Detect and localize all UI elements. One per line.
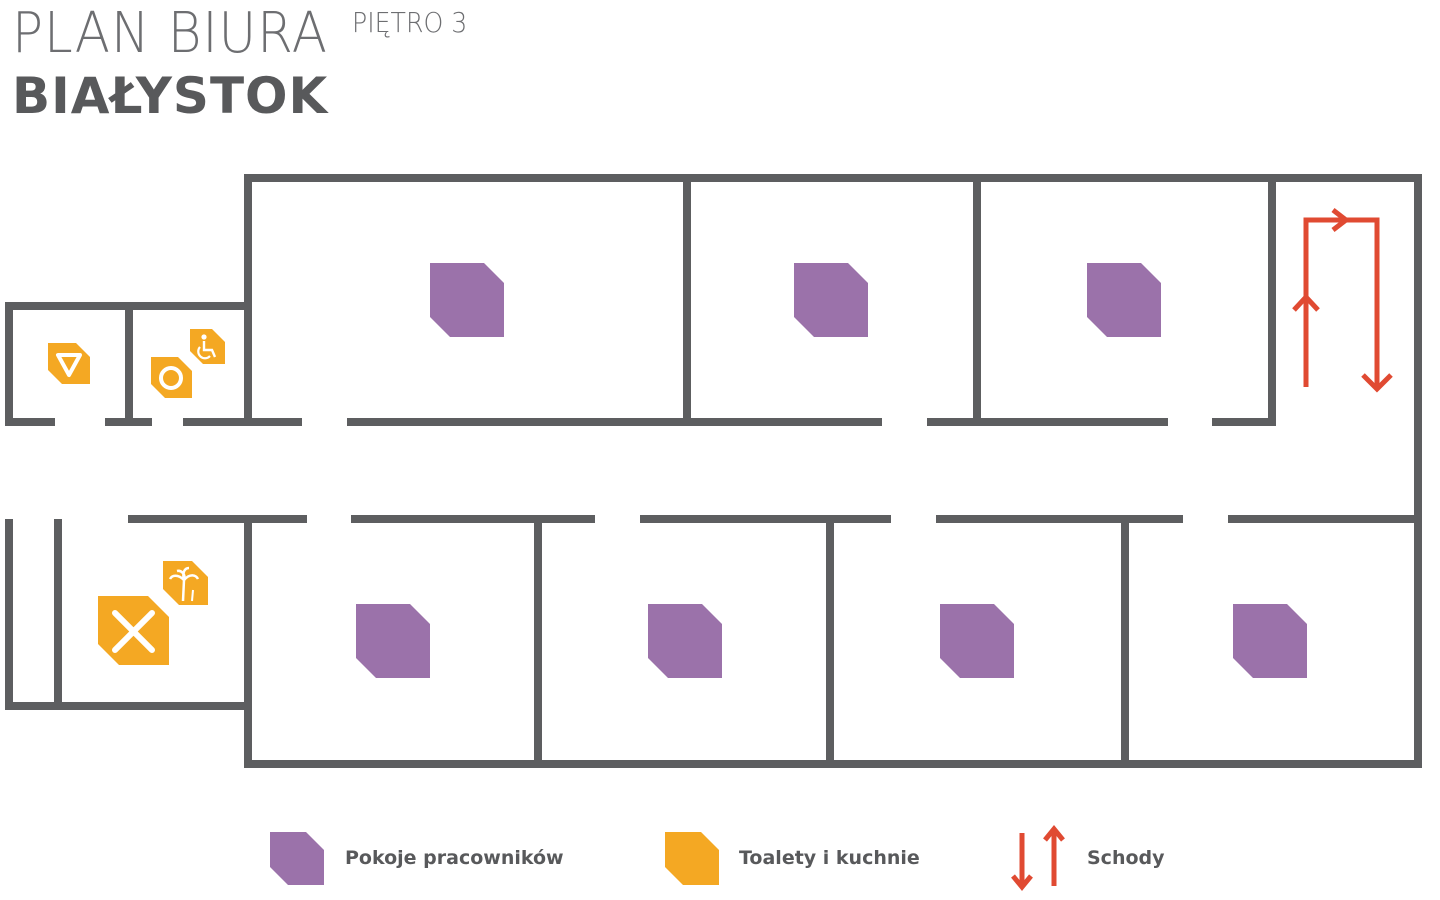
- legend-employee-rooms-swatch: [270, 832, 324, 885]
- accessible-toilet-icon[interactable]: [190, 329, 225, 364]
- stairs-arrow-icon[interactable]: [1292, 208, 1393, 393]
- room-marker-2[interactable]: [794, 263, 868, 337]
- relax-palm-icon[interactable]: [163, 561, 208, 605]
- men-toilet-icon[interactable]: [151, 357, 192, 398]
- room-marker-4[interactable]: [356, 604, 430, 678]
- kitchen-icon[interactable]: [98, 596, 169, 665]
- legend-toilets-kitchens-swatch: [665, 832, 719, 885]
- room-marker-3[interactable]: [1087, 263, 1161, 337]
- room-marker-6[interactable]: [940, 604, 1014, 678]
- legend-employee-rooms-label: Pokoje pracowników: [345, 847, 564, 869]
- legend-stairs-label: Schody: [1087, 847, 1165, 869]
- room-marker-5[interactable]: [648, 604, 722, 678]
- room-marker-7[interactable]: [1233, 604, 1307, 678]
- floor-plan: [5, 174, 1422, 891]
- legend-toilets-kitchens-label: Toalety i kuchnie: [739, 847, 920, 869]
- women-toilet-icon[interactable]: [48, 343, 90, 384]
- room-marker-1[interactable]: [430, 263, 504, 337]
- legend-stairs-icon: [1011, 825, 1065, 891]
